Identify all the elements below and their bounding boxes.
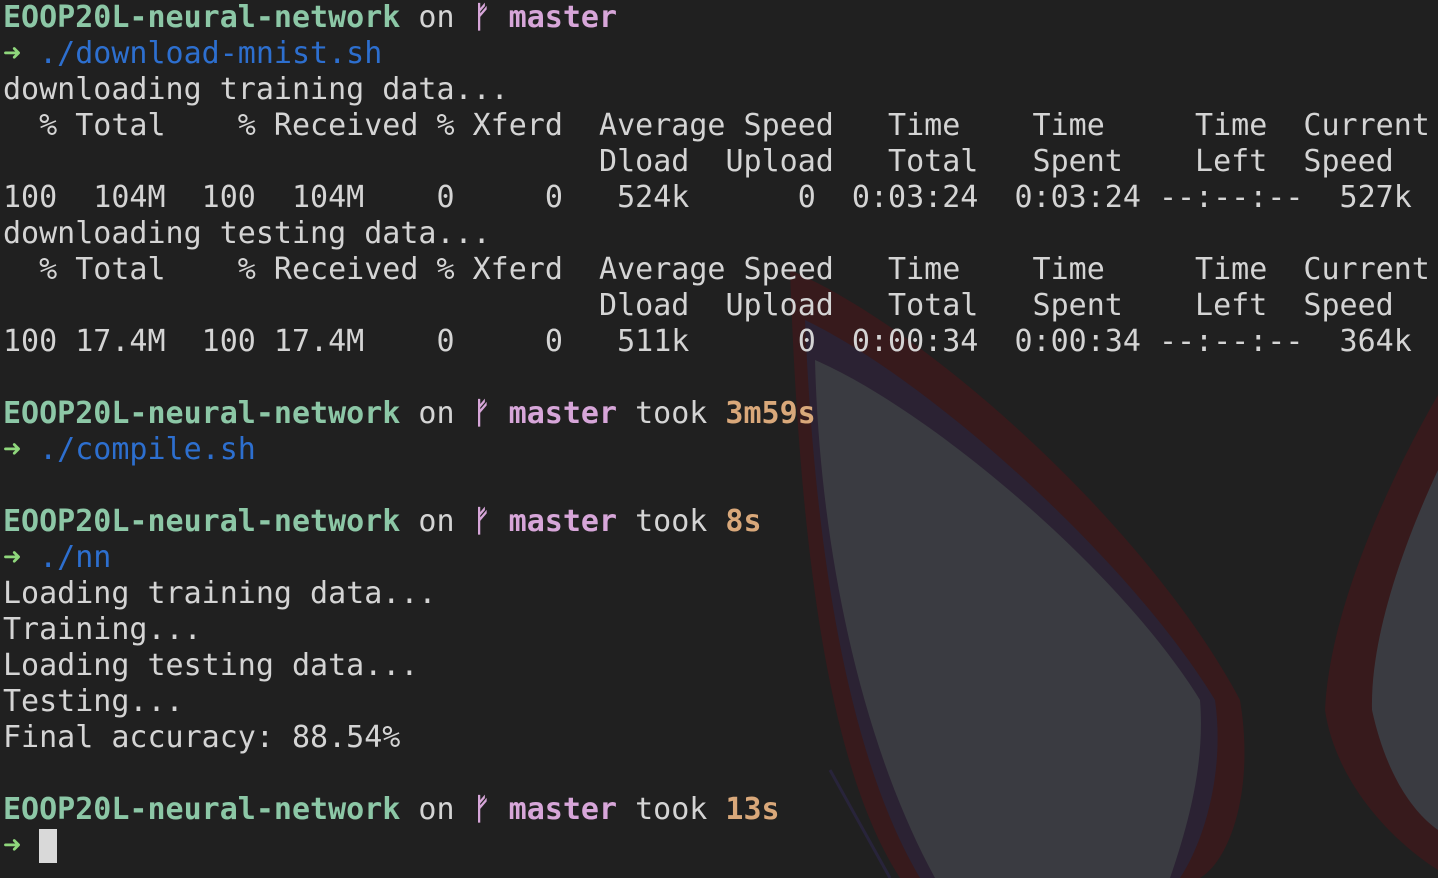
cursor[interactable] [39,829,58,863]
prompt-duration: 3m59s [725,396,816,431]
prompt-directory: EOOP20L-neural-network [3,0,401,35]
output-line: downloading testing data... [3,216,491,251]
command-line[interactable]: ➜ [3,828,1430,864]
prompt-took-text: took [635,396,708,431]
arrow-right-icon: ➜ [3,36,22,71]
command-line: ➜ ./compile.sh [3,432,1430,468]
prompt-directory: EOOP20L-neural-network [3,504,401,539]
output-line: Dload Upload Total Spent Left Speed [3,288,1394,323]
command-text: ./download-mnist.sh [39,36,383,71]
prompt-line: EOOP20L-neural-network on ᚠ master took … [3,396,1430,432]
command-line: ➜ ./download-mnist.sh [3,36,1430,72]
prompt-line: EOOP20L-neural-network on ᚠ master [3,0,1430,36]
prompt-duration: 13s [725,792,780,827]
output-line: Final accuracy: 88.54% [3,720,401,755]
output-line: downloading training data... [3,72,509,107]
prompt-on-text: on [418,504,455,539]
prompt-directory: EOOP20L-neural-network [3,396,401,431]
prompt-on-text: on [418,396,455,431]
prompt-line: EOOP20L-neural-network on ᚠ master took … [3,792,1430,828]
prompt-branch: master [508,396,618,431]
terminal-output[interactable]: EOOP20L-neural-network on ᚠ master ➜ ./do… [3,0,1430,864]
prompt-line: EOOP20L-neural-network on ᚠ master took … [3,504,1430,540]
output-line: Loading training data... [3,576,437,611]
output-line: Loading testing data... [3,648,419,683]
command-text: ./compile.sh [39,432,256,467]
arrow-right-icon: ➜ [3,540,22,575]
arrow-right-icon: ➜ [3,432,22,467]
output-line: Testing... [3,684,184,719]
output-line: % Total % Received % Xferd Average Speed… [3,108,1430,143]
prompt-on-text: on [418,792,455,827]
command-line: ➜ ./nn [3,540,1430,576]
prompt-branch: master [508,0,618,35]
output-line: Dload Upload Total Spent Left Speed [3,144,1394,179]
output-line: % Total % Received % Xferd Average Speed… [3,252,1430,287]
prompt-on-text: on [418,0,455,35]
output-line: Training... [3,612,202,647]
prompt-branch: master [508,792,618,827]
git-branch-icon: ᚠ [472,0,491,35]
git-branch-icon: ᚠ [472,396,491,431]
git-branch-icon: ᚠ [472,792,491,827]
output-line: 100 104M 100 104M 0 0 524k 0 0:03:24 0:0… [3,180,1412,215]
prompt-directory: EOOP20L-neural-network [3,792,401,827]
prompt-took-text: took [635,792,708,827]
prompt-took-text: took [635,504,708,539]
output-line: 100 17.4M 100 17.4M 0 0 511k 0 0:00:34 0… [3,324,1412,359]
prompt-duration: 8s [725,504,762,539]
git-branch-icon: ᚠ [472,504,491,539]
command-text: ./nn [39,540,112,575]
prompt-branch: master [508,504,618,539]
arrow-right-icon: ➜ [3,828,22,863]
